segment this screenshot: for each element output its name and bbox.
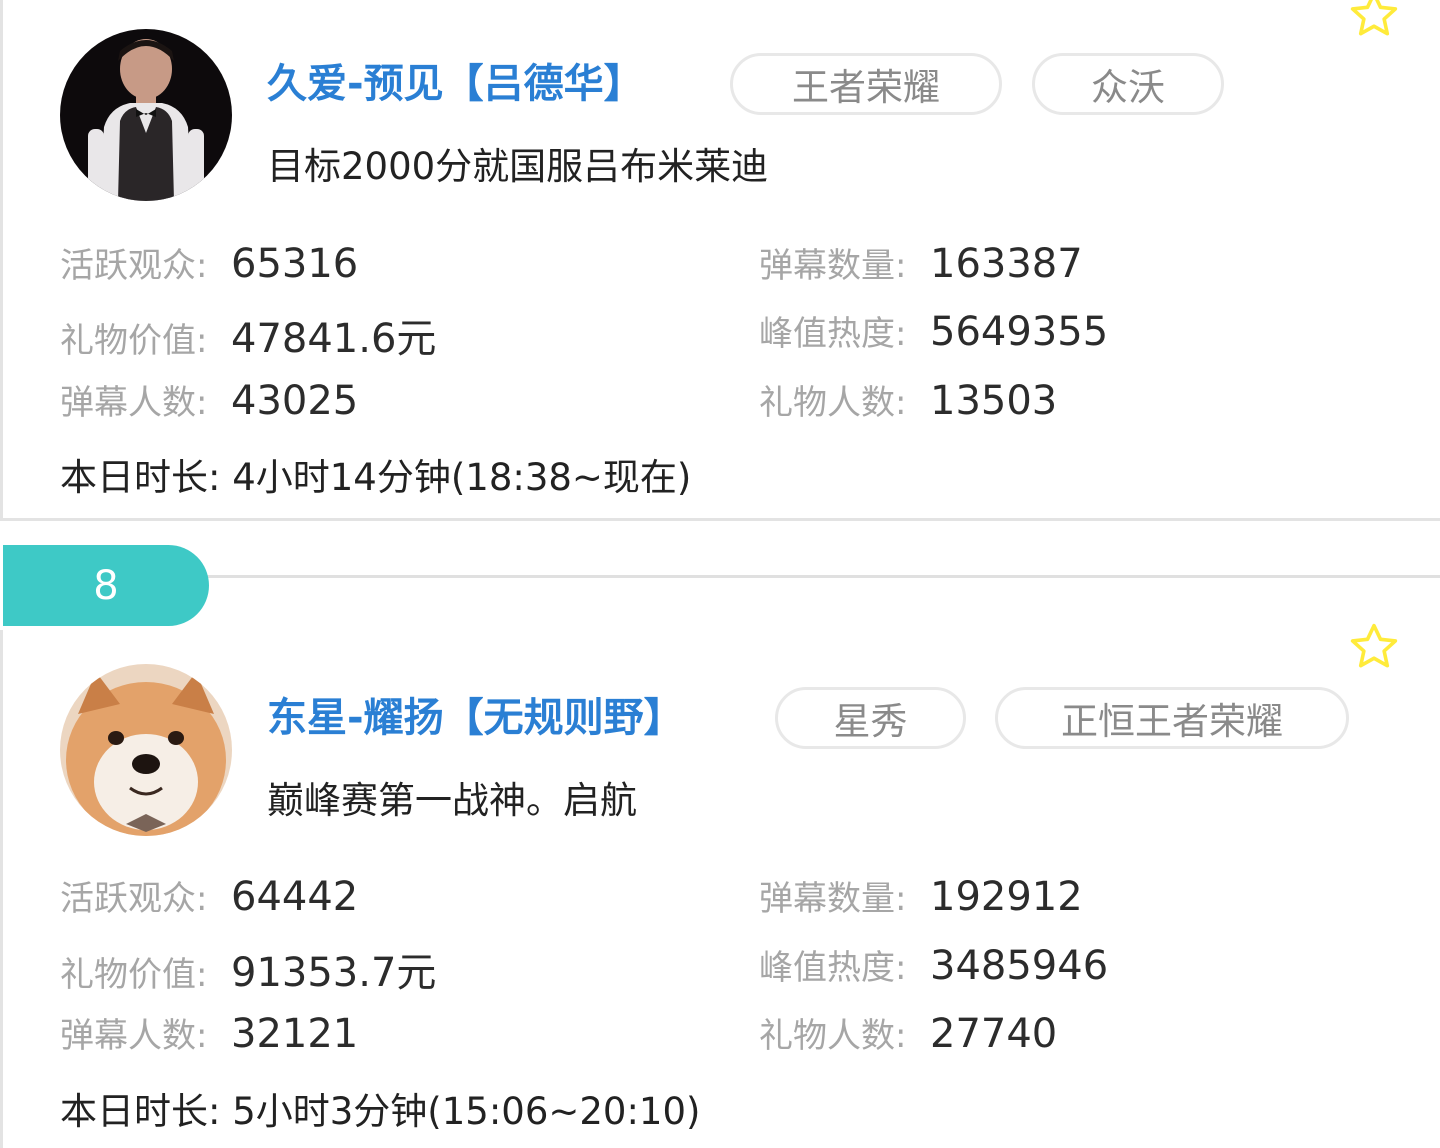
stat-gift-value: 礼物价值: 91353.7元	[60, 940, 436, 996]
category-tag[interactable]: 王者荣耀	[730, 53, 1002, 115]
stat-value: 65316	[231, 241, 359, 287]
stat-label: 礼物人数:	[759, 383, 907, 423]
stat-danmaku-count: 弹幕数量: 163387	[759, 238, 1083, 290]
stat-label: 弹幕数量:	[759, 246, 907, 286]
room-title: 目标2000分就国服吕布米莱迪	[267, 145, 769, 188]
stat-value: 5649355	[930, 309, 1109, 355]
star-outline-icon[interactable]	[1347, 0, 1401, 42]
stat-active-viewers: 活跃观众: 65316	[60, 238, 358, 290]
category-tag[interactable]: 星秀	[775, 687, 966, 749]
room-title: 巅峰赛第一战神。启航	[267, 779, 637, 822]
today-duration: 本日时长: 4小时14分钟(18:38~现在)	[60, 456, 692, 499]
stat-label: 礼物价值:	[60, 321, 208, 361]
today-duration: 本日时长: 5小时3分钟(15:06~20:10)	[60, 1090, 701, 1133]
streamer-card[interactable]: 久爱-预见【吕德华】 王者荣耀 众沃 目标2000分就国服吕布米莱迪 活跃观众:…	[0, 0, 1440, 521]
stat-label: 弹幕数量:	[759, 879, 907, 919]
stat-label: 弹幕人数:	[60, 1016, 208, 1056]
stat-gift-users: 礼物人数: 13503	[759, 375, 1057, 427]
stat-value: 192912	[930, 874, 1083, 920]
streamer-card[interactable]: 东星-耀扬【无规则野】 星秀 正恒王者荣耀 巅峰赛第一战神。启航 活跃观众: 6…	[0, 623, 1440, 1148]
stat-peak-heat: 峰值热度: 5649355	[759, 306, 1108, 358]
stat-value: 3485946	[930, 943, 1109, 989]
stat-danmaku-users: 弹幕人数: 32121	[60, 1008, 358, 1060]
stat-danmaku-users: 弹幕人数: 43025	[60, 375, 358, 427]
stat-label: 峰值热度:	[759, 314, 907, 354]
stat-label: 礼物价值:	[60, 955, 208, 995]
stat-value: 163387	[930, 241, 1083, 287]
stat-peak-heat: 峰值热度: 3485946	[759, 940, 1108, 992]
stat-value: 27740	[930, 1011, 1058, 1057]
rank-badge: 8	[3, 545, 209, 626]
stat-label: 峰值热度:	[759, 948, 907, 988]
stat-value: 91353.7元	[231, 950, 437, 996]
stat-value: 43025	[231, 378, 359, 424]
rank-divider	[200, 575, 1440, 578]
stat-label: 礼物人数:	[759, 1016, 907, 1056]
guild-tag[interactable]: 正恒王者荣耀	[995, 687, 1349, 749]
streamer-avatar-image	[60, 29, 232, 201]
streamer-name[interactable]: 东星-耀扬【无规则野】	[267, 690, 684, 746]
guild-tag[interactable]: 众沃	[1032, 53, 1224, 115]
avatar[interactable]	[60, 664, 232, 836]
streamer-name[interactable]: 久爱-预见【吕德华】	[267, 56, 644, 112]
stat-gift-users: 礼物人数: 27740	[759, 1008, 1057, 1060]
stat-value: 32121	[231, 1011, 359, 1057]
stat-value: 13503	[930, 378, 1058, 424]
avatar[interactable]	[60, 29, 232, 201]
stat-label: 活跃观众:	[60, 879, 208, 919]
stat-value: 47841.6元	[231, 316, 437, 362]
stat-gift-value: 礼物价值: 47841.6元	[60, 306, 436, 362]
stat-value: 64442	[231, 874, 359, 920]
stat-label: 活跃观众:	[60, 246, 208, 286]
stat-danmaku-count: 弹幕数量: 192912	[759, 871, 1083, 923]
stat-active-viewers: 活跃观众: 64442	[60, 871, 358, 923]
streamer-avatar-image	[60, 664, 232, 836]
stat-label: 弹幕人数:	[60, 383, 208, 423]
star-outline-icon[interactable]	[1347, 620, 1401, 674]
